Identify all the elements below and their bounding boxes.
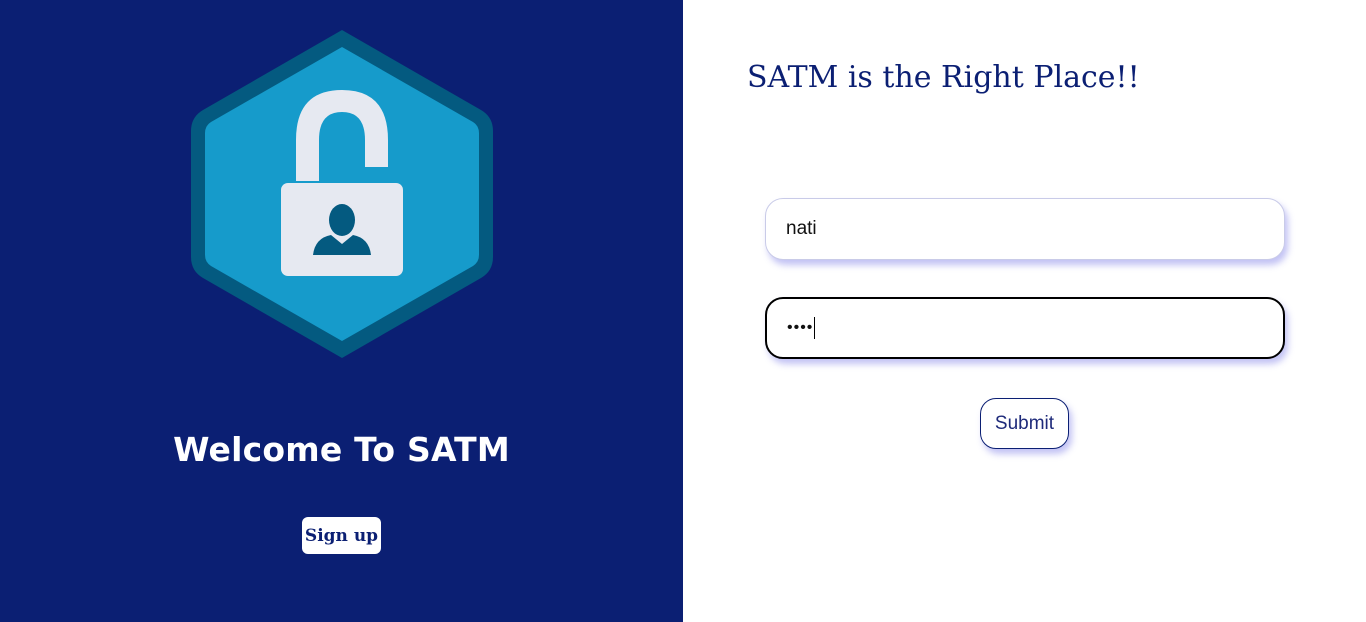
submit-button[interactable]: Submit xyxy=(980,398,1069,449)
signup-button[interactable]: Sign up xyxy=(302,517,381,554)
welcome-title: Welcome To SATM xyxy=(173,430,510,469)
user-head-shape xyxy=(329,204,355,236)
page-heading: SATM is the Right Place!! xyxy=(747,60,1140,95)
unlocked-padlock-user-icon xyxy=(191,30,493,358)
username-input[interactable]: nati xyxy=(765,198,1285,260)
text-caret xyxy=(814,317,816,339)
password-input[interactable]: •••• xyxy=(765,297,1285,359)
password-value: •••• xyxy=(787,319,814,336)
login-page: Welcome To SATM Sign up SATM is the Righ… xyxy=(0,0,1366,622)
username-value: nati xyxy=(786,218,817,239)
left-panel: Welcome To SATM Sign up xyxy=(0,0,683,622)
right-panel: SATM is the Right Place!! nati •••• Subm… xyxy=(683,0,1366,622)
